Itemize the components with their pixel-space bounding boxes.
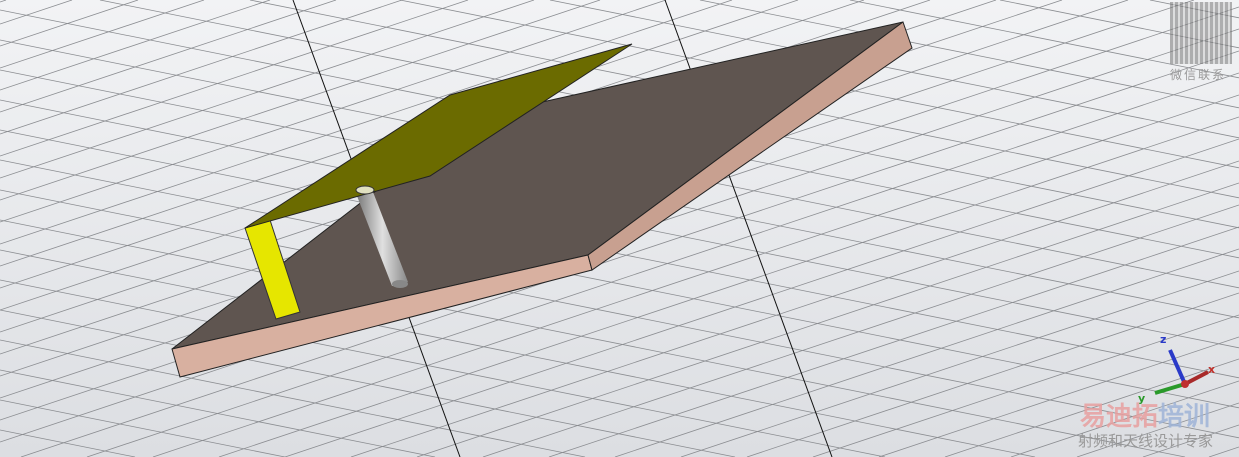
qr-code-watermark <box>1170 2 1232 64</box>
brand-watermark: 易迪拓培训 <box>1080 396 1210 433</box>
brand-part2: 培训 <box>1158 402 1211 432</box>
3d-viewport[interactable] <box>0 0 1239 457</box>
feed-hole <box>355 185 375 195</box>
z-axis-label: z <box>1160 333 1167 346</box>
brand-part1: 易迪拓 <box>1080 402 1159 432</box>
slogan-watermark: 射频和天线设计专家 <box>1078 432 1214 450</box>
feed-pin-base <box>392 280 408 288</box>
qr-caption: 微信联系 <box>1170 68 1227 82</box>
x-axis-label: x <box>1208 363 1216 376</box>
